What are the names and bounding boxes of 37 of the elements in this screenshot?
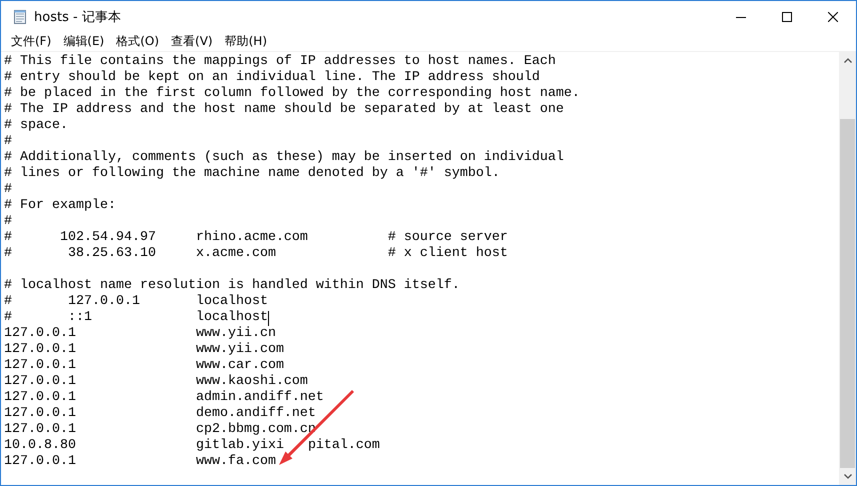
- notepad-icon: [12, 8, 28, 24]
- menu-item[interactable]: 格式(O): [110, 33, 166, 50]
- text-line: #: [4, 134, 12, 150]
- menu-item[interactable]: 帮助(H): [218, 33, 273, 50]
- window-title: hosts - 记事本: [34, 8, 121, 26]
- close-icon: [828, 12, 838, 22]
- menu-item[interactable]: 文件(F): [5, 33, 58, 50]
- text-line: #: [4, 214, 12, 230]
- text-line: 127.0.0.1 www.car.com: [4, 358, 284, 374]
- menu-item[interactable]: 查看(V): [165, 33, 219, 50]
- text-line: # For example:: [4, 198, 116, 214]
- text-line: 127.0.0.1 www.yii.com: [4, 342, 284, 358]
- maximize-icon: [782, 12, 792, 22]
- text-line: # The IP address and the host name should be separated by at least one: [4, 102, 564, 118]
- scrollbar-thumb[interactable]: [840, 119, 855, 468]
- text-line: # lines or following the machine name denoted by a '#' symbol.: [4, 166, 500, 182]
- chevron-down-icon: [844, 474, 852, 479]
- text-line: pital.com: [308, 438, 380, 454]
- text-line: 127.0.0.1 www.yii.cn: [4, 326, 276, 342]
- text-line: # entry should be kept on an individual line. The IP address should: [4, 70, 540, 86]
- text-line: # This file contains the mappings of IP addresses to host names. Each: [4, 54, 556, 70]
- text-line: #: [4, 182, 12, 198]
- text-line: 127.0.0.1 admin.andiff.net: [4, 390, 324, 406]
- text-line: 127.0.0.1 www.fa.com: [4, 454, 276, 470]
- text-line: 127.0.0.1 www.kaoshi.com: [4, 374, 308, 390]
- text-line: # localhost name resolution is handled within DNS itself.: [4, 278, 460, 294]
- text-line: # 127.0.0.1 localhost: [4, 294, 268, 310]
- menu-item[interactable]: 编辑(E): [57, 33, 110, 50]
- text-line: # ::1 localhost: [4, 310, 269, 326]
- text-line: # Additionally, comments (such as these) may be inserted on individual: [4, 150, 564, 166]
- text-line: # space.: [4, 118, 68, 134]
- text-line: # be placed in the first column followed by the corresponding host name.: [4, 86, 580, 102]
- text-line: # 38.25.63.10 x.acme.com # x client host: [4, 246, 508, 262]
- text-line: # 102.54.94.97 rhino.acme.com # source server: [4, 230, 508, 246]
- text-line: 127.0.0.1 demo.andiff.net: [4, 406, 316, 422]
- text-line: 10.0.8.80 gitlab.yixi: [4, 438, 284, 454]
- chevron-up-icon: [844, 58, 852, 63]
